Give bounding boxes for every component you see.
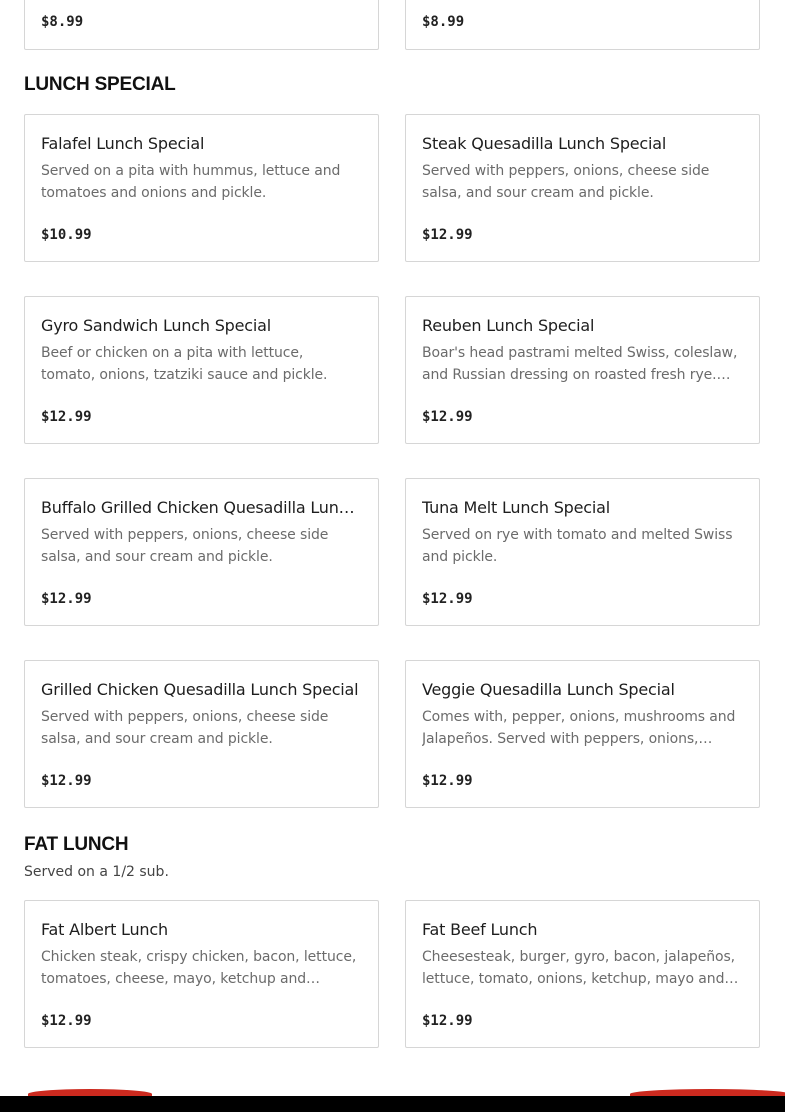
item-description: Served on rye with tomato and melted Swi… [422,527,733,565]
item-description: Beef or chicken on a pita with lettuce, … [41,345,328,383]
item-description: Served on a pita with hummus, lettuce an… [41,163,341,201]
item-name: Falafel Lunch Special [41,134,205,153]
menu-item-card[interactable]: Steak Quesadilla Lunch Special Served wi… [405,114,760,262]
item-description: Boar's head pastrami melted Swiss, coles… [422,345,738,383]
item-price: $8.99 [41,14,84,30]
section-subtitle: Served on a 1/2 sub. [24,864,169,880]
menu-item-card[interactable]: Buffalo Grilled Chicken Quesadilla Lunch… [24,478,379,626]
item-name: Fat Albert Lunch [41,920,168,939]
item-price: $12.99 [422,409,473,425]
item-name: Buffalo Grilled Chicken Quesadilla Lunch… [41,498,360,517]
item-description: Served with peppers, onions, cheese side… [41,527,329,565]
item-name: Grilled Chicken Quesadilla Lunch Special [41,680,359,699]
item-name: Steak Quesadilla Lunch Special [422,134,667,153]
item-description: Served with peppers, onions, cheese side… [422,163,710,201]
item-price: $12.99 [41,773,92,789]
menu-item-card[interactable]: Tuna Melt Lunch Special Served on rye wi… [405,478,760,626]
menu-item-card[interactable]: Fat Albert Lunch Chicken steak, crispy c… [24,900,379,1048]
item-price: $10.99 [41,227,92,243]
item-price: $8.99 [422,14,465,30]
item-price: $12.99 [41,409,92,425]
item-description: Served with peppers, onions, cheese side… [41,709,329,747]
menu-item-card[interactable]: $8.99 [405,0,760,50]
item-price: $12.99 [422,1013,473,1029]
item-price: $12.99 [422,591,473,607]
item-description: Chicken steak, crispy chicken, bacon, le… [41,949,357,987]
menu-item-card[interactable]: $8.99 [24,0,379,50]
item-price: $12.99 [41,591,92,607]
menu-item-card[interactable]: Fat Beef Lunch Cheesesteak, burger, gyro… [405,900,760,1048]
item-name: Reuben Lunch Special [422,316,595,335]
menu-item-card[interactable]: Gyro Sandwich Lunch Special Beef or chic… [24,296,379,444]
item-price: $12.99 [422,773,473,789]
item-price: $12.99 [422,227,473,243]
item-name: Tuna Melt Lunch Special [422,498,610,517]
section-title-lunch-special: LUNCH SPECIAL [24,74,176,95]
item-name: Fat Beef Lunch [422,920,538,939]
section-title-fat-lunch: FAT LUNCH [24,834,129,855]
item-name: Veggie Quesadilla Lunch Special [422,680,675,699]
menu-item-card[interactable]: Falafel Lunch Special Served on a pita w… [24,114,379,262]
menu-item-card[interactable]: Veggie Quesadilla Lunch Special Comes wi… [405,660,760,808]
menu-item-card[interactable]: Reuben Lunch Special Boar's head pastram… [405,296,760,444]
menu-item-card[interactable]: Grilled Chicken Quesadilla Lunch Special… [24,660,379,808]
footer-band [0,1096,785,1112]
item-description: Cheesesteak, burger, gyro, bacon, jalape… [422,949,735,987]
item-description: Comes with, pepper, onions, mushrooms an… [422,709,736,747]
item-price: $12.99 [41,1013,92,1029]
item-name: Gyro Sandwich Lunch Special [41,316,271,335]
